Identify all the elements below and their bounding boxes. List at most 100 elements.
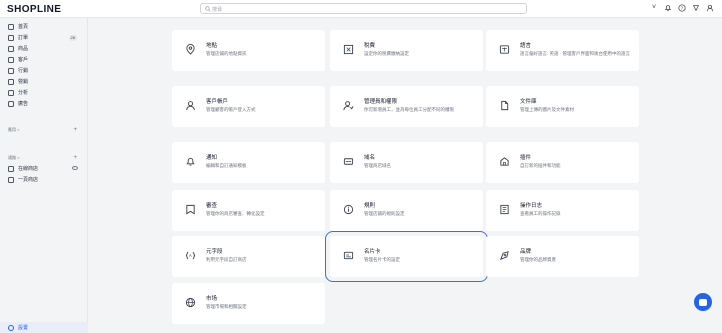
- sidebar-item-customers[interactable]: 客戶: [0, 54, 87, 65]
- card-description: 你可新增員工，並為每位員工分配不同的權限: [364, 107, 454, 112]
- card-description: 管理顧客的帳戶登入方式: [206, 107, 256, 112]
- search-icon: [205, 6, 211, 12]
- settings-card-markets[interactable]: 市场 管理市場和相關設定: [172, 283, 325, 324]
- settings-card-brand[interactable]: 品牌 管理你的品牌資產: [486, 236, 639, 277]
- sidebar-item-label: 行銷: [18, 68, 29, 74]
- store-icon: [8, 165, 14, 172]
- settings-card-business-card[interactable]: 名片卡 管理名片卡的設定: [325, 231, 488, 282]
- sidebar-section-channels[interactable]: 通路 > +: [0, 153, 87, 163]
- card-description: 管理店鋪的地點資訊: [206, 51, 247, 56]
- sidebar-item-label: 一頁商店: [18, 177, 39, 183]
- staff-permission-icon: [342, 99, 354, 111]
- card-title: 域名: [364, 155, 376, 161]
- settings-card-notifications[interactable]: 通知 編輯和自訂通知模板: [172, 142, 325, 183]
- chevron-down-icon[interactable]: ˅: [650, 4, 658, 12]
- sidebar-item-orders[interactable]: 訂單 28: [0, 32, 87, 43]
- sidebar-item-products[interactable]: 商品: [0, 43, 87, 54]
- card-description: 語言偏好語言: 英語 · 管理客戶界面和後台使用中的語言: [520, 51, 630, 56]
- help-icon[interactable]: ?: [678, 4, 686, 12]
- sidebar-item-one-page-store[interactable]: 一頁商店: [0, 174, 87, 185]
- sidebar-item-promotions[interactable]: 營銷: [0, 76, 87, 87]
- tax-icon: [342, 43, 354, 55]
- eye-icon[interactable]: [72, 166, 78, 170]
- card-description: 利用元字段自訂商店: [206, 257, 247, 262]
- orders-count-badge: 28: [68, 34, 77, 41]
- card-description: 自訂新的插件和功能: [520, 163, 561, 168]
- card-title: 地點: [206, 43, 218, 49]
- card-title: 文件庫: [520, 99, 537, 105]
- customers-icon: [8, 56, 14, 63]
- gear-icon: [8, 324, 14, 331]
- language-icon: [498, 43, 510, 55]
- card-description: 管理你的品牌資產: [520, 257, 556, 262]
- settings-card-activity-log[interactable]: 操作日志 查看員工的操作記錄: [486, 190, 639, 231]
- sidebar-item-analytics[interactable]: 分析: [0, 87, 87, 98]
- add-channel-icon[interactable]: +: [73, 155, 77, 161]
- card-title: 品牌: [520, 249, 532, 255]
- card-title: 管理員和權限: [364, 99, 398, 105]
- sidebar: 首頁 訂單 28 商品 客戶 行銷 營銷 分析 廣告 應用 > + 通路 > +…: [0, 18, 88, 333]
- sidebar-item-ads[interactable]: 廣告: [0, 98, 87, 109]
- card-title: 規則: [364, 203, 376, 209]
- domain-icon: [342, 155, 354, 167]
- settings-card-rules[interactable]: 規則 管理店鋪的規則設定: [330, 190, 483, 231]
- card-description: 查看員工的操作記錄: [520, 211, 561, 216]
- settings-card-plugins[interactable]: 插件 自訂新的插件和功能: [486, 142, 639, 183]
- settings-card-staff-permissions[interactable]: 管理員和權限 你可新增員工，並為每位員工分配不同的權限: [330, 86, 483, 127]
- settings-card-files[interactable]: 文件庫 管理上傳的圖片及文件素材: [486, 86, 639, 127]
- plugin-icon: [498, 155, 510, 167]
- svg-text:?: ?: [681, 6, 684, 11]
- review-icon: [184, 203, 196, 215]
- section-label: 應用 >: [8, 127, 20, 132]
- add-app-icon[interactable]: +: [73, 127, 77, 133]
- flag-icon[interactable]: [692, 4, 700, 12]
- top-icons: ˅ ?: [650, 4, 714, 12]
- card-title: 插件: [520, 155, 532, 161]
- search-input[interactable]: 搜尋: [200, 3, 527, 14]
- sidebar-item-label: 首頁: [18, 24, 29, 30]
- card-description: 管理店鋪的規則設定: [364, 211, 405, 216]
- files-icon: [498, 99, 510, 111]
- customer-account-icon: [184, 99, 196, 111]
- settings-card-taxes[interactable]: 稅費 設定你的稅費繳納設定: [330, 30, 483, 71]
- card-title: 名片卡: [364, 249, 381, 255]
- chat-icon: [699, 298, 707, 306]
- log-icon: [498, 203, 510, 215]
- top-bar: SHOPLINE 搜尋 ˅ ?: [0, 0, 722, 18]
- settings-card-domains[interactable]: 域名 管理商店域名: [330, 142, 483, 183]
- sidebar-item-label: 分析: [18, 90, 29, 96]
- settings-card-reviews[interactable]: 審查 管理你的商店審查、轉化設定: [172, 190, 325, 231]
- home-icon: [8, 23, 14, 30]
- shopline-logo[interactable]: SHOPLINE: [7, 4, 61, 15]
- settings-card-locations[interactable]: 地點 管理店鋪的地點資訊: [172, 30, 325, 71]
- sidebar-item-settings[interactable]: 設置: [0, 322, 88, 333]
- card-title: 語言: [520, 43, 532, 49]
- card-description: 設定你的稅費繳納設定: [364, 51, 409, 56]
- brand-icon: [498, 249, 510, 261]
- sidebar-item-label: 客戶: [18, 57, 29, 63]
- promotions-icon: [8, 78, 14, 85]
- card-description: 管理你的商店審查、轉化設定: [206, 211, 265, 216]
- settings-card-customer-accounts[interactable]: 客戶帳戶 管理顧客的帳戶登入方式: [172, 86, 325, 127]
- card-title: 客戶帳戶: [206, 99, 229, 105]
- sidebar-item-marketing[interactable]: 行銷: [0, 65, 87, 76]
- notification-icon: [184, 155, 196, 167]
- sidebar-section-apps[interactable]: 應用 > +: [0, 125, 87, 135]
- sidebar-item-label: 在線商店: [18, 166, 39, 172]
- avatar[interactable]: [706, 4, 714, 12]
- metafield-icon: A: [184, 249, 196, 261]
- sidebar-item-online-store[interactable]: 在線商店: [0, 163, 87, 174]
- settings-card-languages[interactable]: 語言 語言偏好語言: 英語 · 管理客戶界面和後台使用中的語言: [486, 30, 639, 71]
- sidebar-item-home[interactable]: 首頁: [0, 21, 87, 32]
- page-icon: [8, 176, 14, 183]
- globe-icon: [184, 296, 196, 308]
- bell-icon[interactable]: [664, 4, 672, 12]
- settings-card-metafields[interactable]: A 元字段 利用元字段自訂商店: [172, 236, 325, 277]
- chat-support-button[interactable]: [694, 293, 712, 311]
- sidebar-item-label: 設置: [18, 325, 29, 331]
- sidebar-item-label: 商品: [18, 46, 29, 52]
- location-icon: [184, 43, 196, 55]
- card-title: 通知: [206, 155, 218, 161]
- sidebar-item-label: 營銷: [18, 79, 29, 85]
- card-icon: [342, 249, 354, 261]
